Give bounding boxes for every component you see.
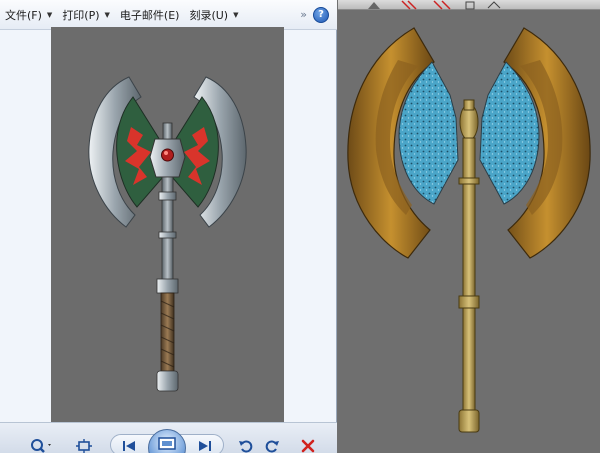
rotate-clockwise-icon[interactable] (262, 435, 282, 453)
menu-bar: 文件(F) ▼ 打印(P) ▼ 电子邮件(E) 刻录(U) ▼ » ? (0, 0, 337, 30)
help-icon[interactable]: ? (313, 6, 329, 23)
textured-axe-model (347, 27, 591, 433)
menu-print[interactable]: 打印(P) ▼ (57, 4, 115, 26)
menu-burn-label: 刻录(U) (189, 8, 229, 22)
menu-burn[interactable]: 刻录(U) ▼ (184, 4, 243, 26)
image-canvas (51, 27, 284, 422)
menu-email[interactable]: 电子邮件(E) (115, 4, 185, 26)
chevron-double-right-icon[interactable]: » (300, 8, 307, 21)
menu-email-label: 电子邮件(E) (119, 8, 180, 22)
previous-icon[interactable] (118, 435, 140, 453)
menu-file-label: 文件(F) (5, 8, 42, 22)
chevron-down-icon: ▼ (46, 10, 53, 19)
3d-viewport[interactable] (338, 0, 600, 453)
axe-image (88, 76, 247, 392)
next-icon[interactable] (194, 435, 216, 453)
chevron-down-icon: ▼ (233, 10, 239, 19)
chevron-down-icon: ▼ (104, 10, 110, 19)
menu-file[interactable]: 文件(F) ▼ (0, 4, 57, 26)
magnifier-icon[interactable] (28, 435, 56, 453)
menu-print-label: 打印(P) (62, 8, 100, 22)
photo-viewer-window: 文件(F) ▼ 打印(P) ▼ 电子邮件(E) 刻录(U) ▼ » ? (0, 0, 337, 453)
delete-icon[interactable] (298, 435, 318, 453)
rotate-counterclockwise-icon[interactable] (236, 435, 256, 453)
actual-size-icon[interactable] (74, 435, 94, 453)
